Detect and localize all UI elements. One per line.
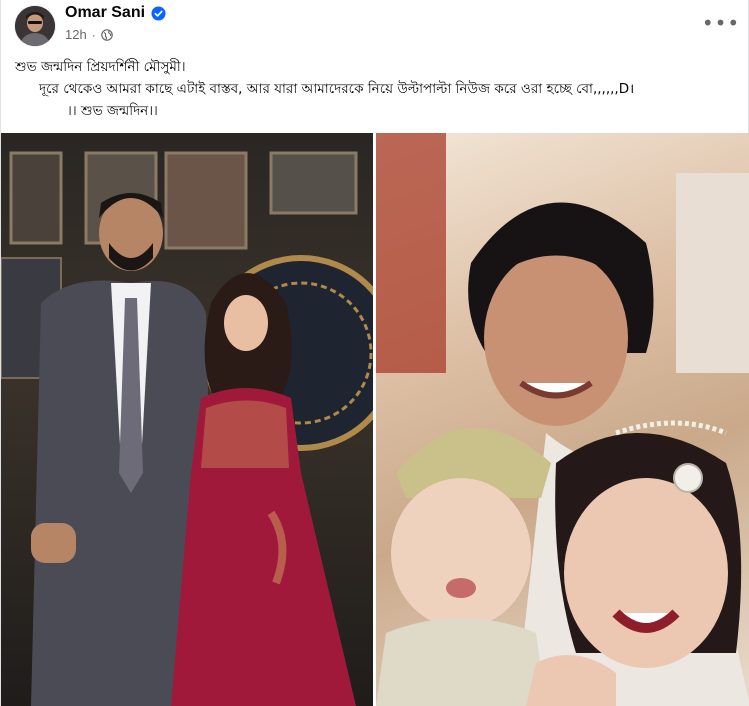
more-options-button[interactable]: ••• [702,10,739,36]
photo-film-still-image [376,133,749,706]
post-text-line-2: দূরে থেকেও আমরা কাছে এটাই বাস্তব, আর যার… [39,81,635,97]
meta-separator: · [91,27,96,42]
photo-couple[interactable] [1,133,373,706]
post-text-line-1: শুভ জন্মদিন প্রিয়দর্শিনী মৌসুমী। [15,59,186,75]
post-text-line-3: ।। শুভ জন্মদিন।। [67,103,158,119]
avatar-picture [15,6,55,46]
globe-icon[interactable] [100,28,113,41]
post-text: শুভ জন্মদিন প্রিয়দর্শিনী মৌসুমী। দূরে থ… [15,56,728,122]
more-options-icon: ••• [701,11,741,35]
photo-film-still[interactable] [376,133,749,706]
author-name[interactable]: Omar Sani [65,4,145,22]
photo-grid [1,133,749,706]
author-avatar[interactable] [15,6,55,46]
post-card: Omar Sani 12h · ••• শুভ জন্মদিন প্রিয়দর… [0,0,749,706]
post-timestamp[interactable]: 12h [65,27,87,42]
photo-couple-image [1,151,373,706]
verified-badge-icon [151,5,166,21]
